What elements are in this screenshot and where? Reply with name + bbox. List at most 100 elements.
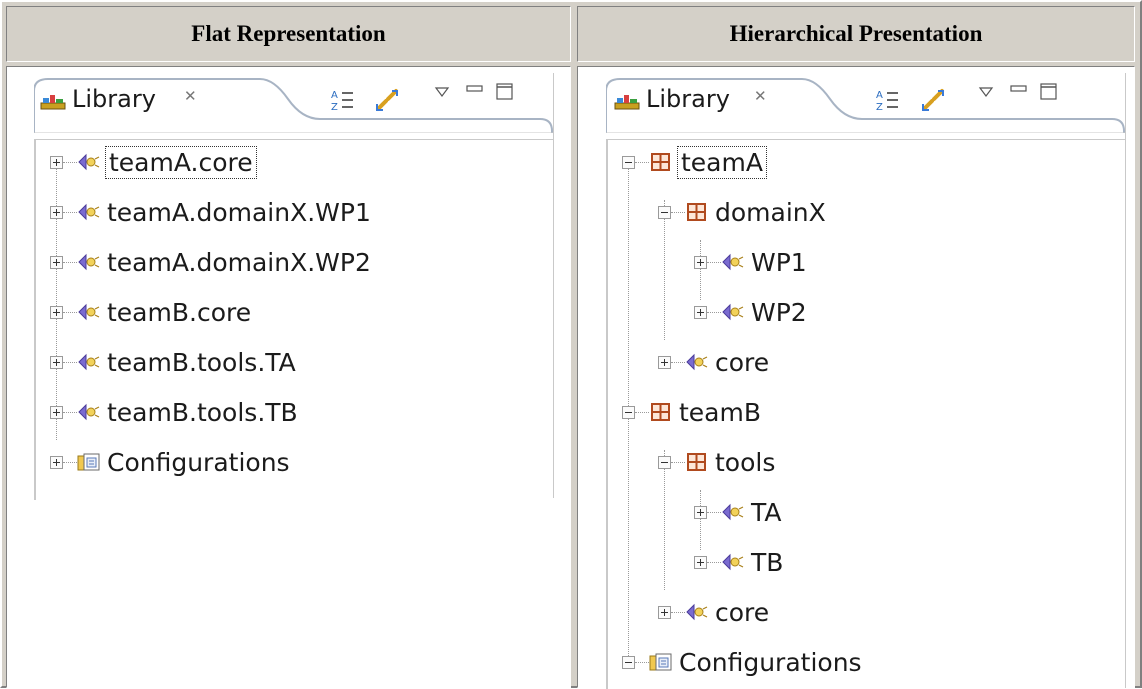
tree-item-label: Configurations — [107, 447, 290, 477]
tree-connector — [707, 561, 721, 563]
minimize-icon[interactable] — [1010, 83, 1028, 95]
hier-tree: teamA domainX WP1 WP2 core teamB tools TA TB core… — [606, 139, 1125, 689]
tree-item-label: TB — [751, 547, 784, 577]
tree-item[interactable]: teamB — [622, 392, 761, 432]
tree-connector — [63, 461, 77, 463]
tree-connector — [63, 261, 77, 263]
tree-connector — [671, 211, 685, 213]
close-tab-icon[interactable]: ✕ — [754, 87, 767, 105]
header-cell-hier: Hierarchical Presentation — [577, 6, 1135, 62]
package-icon — [78, 153, 100, 171]
expand-toggle-icon[interactable] — [50, 205, 63, 219]
tree-connector — [63, 361, 77, 363]
collapse-toggle-icon[interactable] — [622, 405, 635, 419]
collapse-toggle-icon[interactable] — [622, 655, 635, 669]
tree-connector — [671, 361, 685, 363]
configurations-folder-icon — [649, 653, 672, 671]
expand-toggle-icon[interactable] — [50, 155, 63, 169]
tree-item[interactable]: teamA.domainX.WP1 — [50, 192, 371, 232]
tree-item[interactable]: tools — [658, 442, 775, 482]
tree-item-label: tools — [715, 447, 776, 477]
tree-item[interactable]: teamA — [622, 142, 767, 182]
tree-connector — [671, 461, 685, 463]
tree-item[interactable]: WP1 — [694, 242, 807, 282]
collapse-toggle-icon[interactable] — [622, 155, 635, 169]
tree-connector — [635, 161, 649, 163]
minimize-icon[interactable] — [466, 83, 484, 95]
package-icon — [686, 353, 708, 371]
package-icon — [722, 253, 744, 271]
expand-toggle-icon[interactable] — [50, 455, 63, 469]
tree-item[interactable]: TA — [694, 492, 781, 532]
header-hier: Hierarchical Presentation — [729, 21, 983, 46]
link-with-editor-icon[interactable] — [920, 87, 946, 113]
expand-toggle-icon[interactable] — [658, 605, 671, 619]
tree-item-label: teamB — [679, 397, 762, 427]
package-icon — [722, 303, 744, 321]
expand-toggle-icon[interactable] — [50, 405, 63, 419]
flat-tree: teamA.core teamA.domainX.WP1 teamA.domainX… — [34, 139, 553, 500]
tree-item-label: teamB.tools.TB — [107, 397, 298, 427]
tree-item[interactable]: TB — [694, 542, 783, 582]
view-menu-icon[interactable] — [434, 86, 450, 98]
package-icon — [722, 553, 744, 571]
tree-item[interactable]: Configurations — [50, 442, 290, 482]
tree-item-label: teamA.domainX.WP2 — [107, 247, 371, 277]
package-icon — [78, 203, 100, 221]
sort-alpha-icon[interactable]: A Z — [874, 87, 900, 113]
tree-connector — [707, 511, 721, 513]
view-menu-icon[interactable] — [978, 86, 994, 98]
collapse-toggle-icon[interactable] — [658, 455, 671, 469]
namespace-icon — [651, 153, 670, 171]
tree-connector — [63, 411, 77, 413]
expand-toggle-icon[interactable] — [658, 355, 671, 369]
maximize-icon[interactable] — [496, 83, 514, 101]
expand-toggle-icon[interactable] — [694, 305, 707, 319]
view-tabbar: Library ✕ A Z — [34, 73, 554, 133]
namespace-icon — [687, 453, 706, 471]
package-icon — [722, 503, 744, 521]
tree-item[interactable]: teamA.domainX.WP2 — [50, 242, 371, 282]
expand-toggle-icon[interactable] — [50, 355, 63, 369]
tree-connector — [63, 211, 77, 213]
tree-connector — [671, 611, 685, 613]
expand-toggle-icon[interactable] — [694, 555, 707, 569]
tree-item-label: teamB.tools.TA — [107, 347, 296, 377]
tree-item[interactable]: core — [658, 342, 769, 382]
view-title[interactable]: Library — [72, 85, 156, 113]
tree-item[interactable]: Configurations — [622, 642, 862, 682]
close-tab-icon[interactable]: ✕ — [184, 87, 197, 105]
maximize-icon[interactable] — [1040, 83, 1058, 101]
library-view-flat: Library ✕ A Z teamA.core teamA.domainX.W… — [34, 73, 554, 500]
tree-item[interactable]: core — [658, 592, 769, 632]
package-icon — [78, 353, 100, 371]
header-cell-flat: Flat Representation — [6, 6, 571, 62]
expand-toggle-icon[interactable] — [50, 255, 63, 269]
expand-toggle-icon[interactable] — [694, 505, 707, 519]
svg-text:A: A — [331, 90, 338, 101]
tree-item-label: WP1 — [751, 247, 807, 277]
header-flat: Flat Representation — [191, 21, 386, 46]
sort-alpha-icon[interactable]: A Z — [329, 87, 355, 113]
expand-toggle-icon[interactable] — [50, 305, 63, 319]
library-view-hier: Library ✕ A Z teamA domainX WP1 WP2 core… — [606, 73, 1126, 689]
tree-item[interactable]: WP2 — [694, 292, 807, 332]
tree-item-label: core — [715, 347, 770, 377]
tree-item[interactable]: teamB.tools.TB — [50, 392, 298, 432]
link-with-editor-icon[interactable] — [374, 87, 400, 113]
svg-text:A: A — [876, 90, 883, 101]
tree-item-label: TA — [751, 497, 782, 527]
configurations-folder-icon — [77, 453, 100, 471]
tree-item[interactable]: teamA.core — [50, 142, 257, 182]
collapse-toggle-icon[interactable] — [658, 205, 671, 219]
package-icon — [686, 603, 708, 621]
view-title[interactable]: Library — [646, 85, 730, 113]
tree-connector — [707, 311, 721, 313]
tree-item[interactable]: teamB.tools.TA — [50, 342, 296, 382]
package-icon — [78, 403, 100, 421]
tree-item[interactable]: domainX — [658, 192, 826, 232]
svg-text:Z: Z — [876, 102, 883, 113]
expand-toggle-icon[interactable] — [694, 255, 707, 269]
tree-item-label: teamA.domainX.WP1 — [107, 197, 371, 227]
tree-item[interactable]: teamB.core — [50, 292, 251, 332]
